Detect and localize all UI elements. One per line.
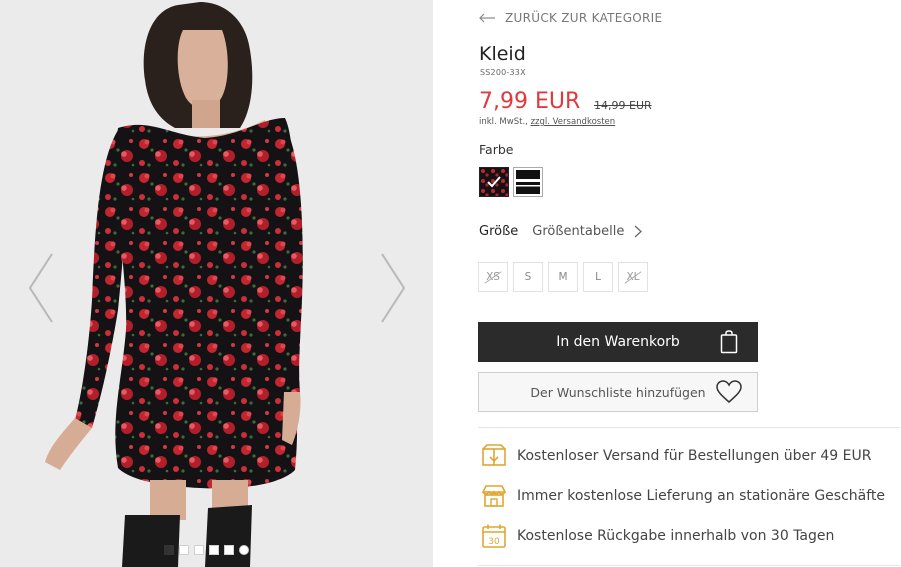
gallery-dot[interactable] bbox=[164, 545, 174, 555]
size-option-xl[interactable]: XL bbox=[618, 262, 648, 292]
benefit-text: Kostenlose Rückgabe innerhalb von 30 Tag… bbox=[517, 528, 835, 544]
calendar-30-icon: 30 bbox=[482, 524, 506, 548]
add-to-cart-button[interactable]: In den Warenkorb bbox=[478, 322, 758, 362]
product-title: Kleid bbox=[479, 43, 526, 65]
svg-text:30: 30 bbox=[488, 537, 500, 547]
benefit-text: Kostenloser Versand für Bestellungen übe… bbox=[517, 448, 872, 464]
heart-icon bbox=[716, 380, 742, 403]
truck-box-icon bbox=[482, 444, 506, 466]
product-image-gallery bbox=[0, 0, 433, 567]
color-swatch-stripe[interactable] bbox=[513, 167, 543, 197]
back-to-category-label: ZURÜCK ZUR KATEGORIE bbox=[505, 11, 663, 25]
size-option-s[interactable]: S bbox=[513, 262, 543, 292]
tax-info: inkl. MwSt., zzgl. Versandkosten bbox=[479, 117, 615, 127]
gallery-dot[interactable] bbox=[194, 545, 204, 555]
benefit-store-delivery: Immer kostenlose Lieferung an stationäre… bbox=[481, 483, 885, 509]
chevron-right-icon[interactable] bbox=[634, 225, 643, 238]
gallery-dot[interactable] bbox=[224, 545, 234, 555]
size-option-m[interactable]: M bbox=[548, 262, 578, 292]
size-option-xs[interactable]: XS bbox=[478, 262, 508, 292]
size-option-l[interactable]: L bbox=[583, 262, 613, 292]
product-old-price: 14,99 EUR bbox=[594, 99, 652, 112]
product-photo bbox=[45, 2, 303, 567]
stripe-swatch-image bbox=[516, 170, 540, 194]
product-sku: SS200-33X bbox=[480, 68, 526, 77]
add-to-wishlist-button[interactable]: Der Wunschliste hinzufügen bbox=[478, 372, 758, 412]
benefit-free-returns: 30 Kostenlose Rückgabe innerhalb von 30 … bbox=[481, 523, 834, 549]
tax-prefix: inkl. MwSt., bbox=[479, 117, 528, 127]
divider bbox=[478, 427, 900, 428]
color-label: Farbe bbox=[479, 142, 514, 157]
shopping-bag-icon bbox=[720, 330, 738, 354]
arrow-left-icon bbox=[479, 13, 495, 23]
add-to-cart-label: In den Warenkorb bbox=[556, 334, 680, 350]
store-icon bbox=[481, 485, 507, 507]
gallery-prev-arrow[interactable] bbox=[26, 250, 56, 326]
shipping-costs-link[interactable]: zzgl. Versandkosten bbox=[531, 117, 616, 127]
gallery-dot[interactable] bbox=[239, 545, 249, 555]
product-price: 7,99 EUR bbox=[479, 89, 581, 114]
gallery-dot[interactable] bbox=[209, 545, 219, 555]
gallery-dot[interactable] bbox=[179, 545, 189, 555]
add-to-wishlist-label: Der Wunschliste hinzufügen bbox=[530, 384, 706, 400]
gallery-next-arrow[interactable] bbox=[378, 250, 408, 326]
benefit-free-shipping: Kostenloser Versand für Bestellungen übe… bbox=[481, 443, 871, 469]
size-table-link[interactable]: Größentabelle bbox=[532, 224, 624, 239]
color-swatch-floral[interactable] bbox=[479, 167, 509, 197]
divider bbox=[478, 565, 900, 566]
benefit-text: Immer kostenlose Lieferung an stationäre… bbox=[517, 488, 886, 504]
size-header: Größe Größentabelle bbox=[479, 224, 643, 239]
size-label: Größe bbox=[479, 224, 519, 239]
size-options: XS S M L XL bbox=[478, 262, 648, 292]
floral-swatch-image bbox=[480, 168, 508, 196]
back-to-category-link[interactable]: ZURÜCK ZUR KATEGORIE bbox=[479, 11, 662, 25]
gallery-pagination bbox=[164, 545, 249, 555]
